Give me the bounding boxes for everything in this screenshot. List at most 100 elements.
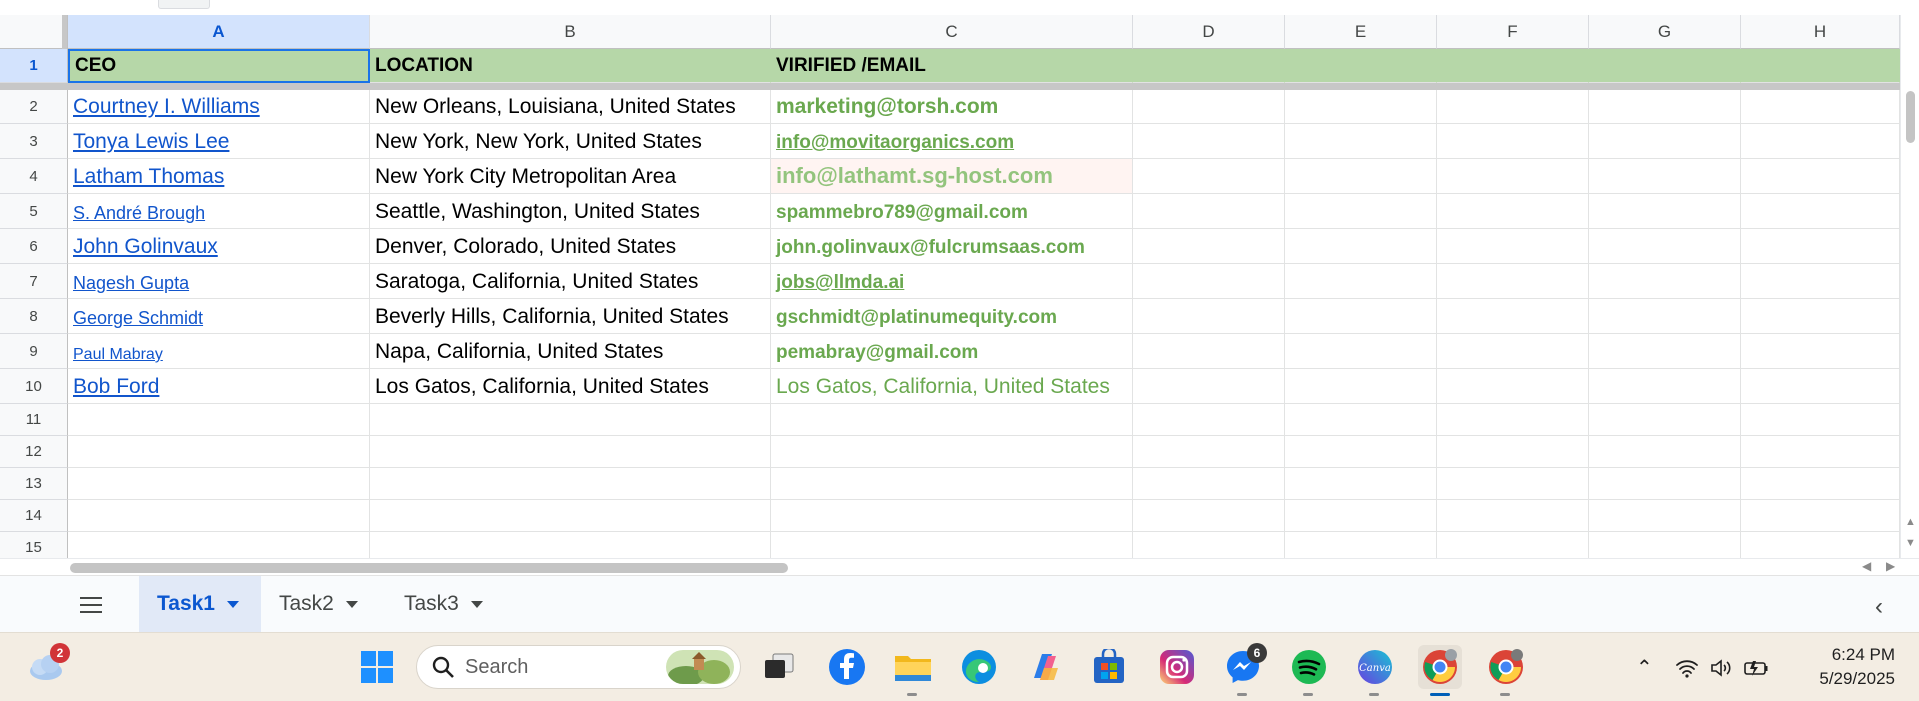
canva-app[interactable]: Canva <box>1353 645 1397 696</box>
empty-cell[interactable] <box>771 468 1133 500</box>
empty-cell[interactable] <box>1133 264 1285 299</box>
column-header-a[interactable]: A <box>68 15 370 49</box>
empty-cell[interactable] <box>68 500 370 532</box>
header-cell-email[interactable]: VIRIFIED /EMAIL <box>771 49 1133 83</box>
horizontal-scroll-thumb[interactable] <box>70 563 788 573</box>
empty-cell[interactable] <box>1285 334 1437 369</box>
row-header[interactable]: 7 <box>0 264 68 299</box>
row-header[interactable]: 14 <box>0 500 68 532</box>
empty-cell[interactable] <box>68 404 370 436</box>
row-header[interactable]: 2 <box>0 90 68 124</box>
empty-cell[interactable] <box>1133 436 1285 468</box>
empty-cell[interactable] <box>1133 532 1285 558</box>
empty-cell[interactable] <box>1589 194 1741 229</box>
chevron-down-icon[interactable] <box>345 600 358 608</box>
empty-cell[interactable] <box>1589 124 1741 159</box>
empty-cell[interactable] <box>1589 404 1741 436</box>
sheet-tab-task2[interactable]: Task2 <box>261 576 386 632</box>
empty-cell[interactable] <box>1589 436 1741 468</box>
empty-cell[interactable] <box>1285 299 1437 334</box>
empty-cell[interactable] <box>1741 532 1900 558</box>
location-cell[interactable]: Seattle, Washington, United States <box>370 194 771 229</box>
column-header-c[interactable]: C <box>771 15 1133 49</box>
empty-cell[interactable] <box>1437 468 1589 500</box>
ceo-link[interactable]: Paul Mabray <box>73 346 163 364</box>
ceo-link[interactable]: George Schmidt <box>73 308 203 329</box>
empty-cell[interactable] <box>1589 90 1741 124</box>
empty-cell[interactable] <box>1741 500 1900 532</box>
empty-cell[interactable] <box>1285 369 1437 404</box>
ceo-cell[interactable]: John Golinvaux <box>68 229 370 264</box>
spotify-app[interactable] <box>1287 645 1331 696</box>
empty-cell[interactable] <box>1741 334 1900 369</box>
row-header[interactable]: 10 <box>0 369 68 404</box>
facebook-app[interactable] <box>825 645 869 689</box>
messenger-app[interactable]: 6 <box>1221 643 1267 696</box>
empty-cell[interactable] <box>1589 229 1741 264</box>
email-cell[interactable]: jobs@llmda.ai <box>771 264 1133 299</box>
column-header-b[interactable]: B <box>370 15 771 49</box>
empty-cell[interactable] <box>1741 194 1900 229</box>
chrome-app-profile[interactable] <box>1484 645 1528 696</box>
row-header[interactable]: 3 <box>0 124 68 159</box>
email-link[interactable]: info@movitaorganics.com <box>776 132 1014 154</box>
empty-cell[interactable] <box>1741 436 1900 468</box>
empty-cell[interactable] <box>1741 90 1900 124</box>
empty-cell[interactable] <box>68 436 370 468</box>
location-cell[interactable]: Los Gatos, California, United States <box>370 369 771 404</box>
ceo-cell[interactable]: Nagesh Gupta <box>68 264 370 299</box>
empty-cell[interactable] <box>1285 194 1437 229</box>
row-header[interactable]: 1 <box>0 49 68 83</box>
header-cell-ceo[interactable]: CEO <box>68 49 370 83</box>
ceo-cell[interactable]: Tonya Lewis Lee <box>68 124 370 159</box>
sheet-tab-task1[interactable]: Task1 <box>139 576 261 632</box>
column-header-e[interactable]: E <box>1285 15 1437 49</box>
empty-cell[interactable] <box>1437 229 1589 264</box>
column-header-d[interactable]: D <box>1133 15 1285 49</box>
header-cell-location[interactable]: LOCATION <box>370 49 771 83</box>
empty-cell[interactable] <box>68 468 370 500</box>
empty-cell[interactable] <box>1437 264 1589 299</box>
empty-cell[interactable] <box>1285 404 1437 436</box>
empty-cell[interactable] <box>1133 229 1285 264</box>
microsoft-store-app[interactable] <box>1087 645 1131 689</box>
empty-cell[interactable] <box>1133 194 1285 229</box>
ceo-cell[interactable]: George Schmidt <box>68 299 370 334</box>
empty-cell[interactable] <box>1285 90 1437 124</box>
row-header[interactable]: 15 <box>0 532 68 558</box>
battery-icon[interactable] <box>1743 658 1769 678</box>
empty-cell[interactable] <box>1589 299 1741 334</box>
scroll-down-icon[interactable]: ▼ <box>1901 537 1919 549</box>
scroll-left-icon[interactable]: ◀ <box>1862 559 1871 573</box>
empty-cell[interactable] <box>1285 229 1437 264</box>
email-cell[interactable]: info@lathamt.sg-host.com <box>771 159 1133 194</box>
empty-cell[interactable] <box>1437 159 1589 194</box>
empty-cell[interactable] <box>1285 532 1437 558</box>
empty-cell[interactable] <box>1437 124 1589 159</box>
ceo-link[interactable]: Tonya Lewis Lee <box>73 130 229 154</box>
location-cell[interactable]: Napa, California, United States <box>370 334 771 369</box>
empty-cell[interactable] <box>1589 264 1741 299</box>
empty-cell[interactable] <box>1133 500 1285 532</box>
empty-cell[interactable] <box>370 436 771 468</box>
empty-cell[interactable] <box>68 532 370 558</box>
empty-cell[interactable] <box>1437 404 1589 436</box>
row-header[interactable]: 11 <box>0 404 68 436</box>
empty-cell[interactable] <box>1285 436 1437 468</box>
row-header[interactable]: 6 <box>0 229 68 264</box>
location-cell[interactable]: New York, New York, United States <box>370 124 771 159</box>
ceo-cell[interactable]: Paul Mabray <box>68 334 370 369</box>
weather-widget[interactable]: 2 <box>24 643 70 689</box>
ceo-link[interactable]: S. André Brough <box>73 203 205 224</box>
email-link[interactable]: jobs@llmda.ai <box>776 272 904 294</box>
empty-cell[interactable] <box>1741 124 1900 159</box>
edge-app[interactable] <box>957 645 1001 689</box>
empty-cell[interactable] <box>1285 159 1437 194</box>
scroll-right-icon[interactable]: ▶ <box>1886 559 1895 573</box>
volume-icon[interactable] <box>1709 658 1733 678</box>
ceo-link[interactable]: John Golinvaux <box>73 235 218 259</box>
empty-cell[interactable] <box>1285 500 1437 532</box>
empty-cell[interactable] <box>1133 404 1285 436</box>
empty-cell[interactable] <box>1589 532 1741 558</box>
empty-cell[interactable] <box>1133 334 1285 369</box>
